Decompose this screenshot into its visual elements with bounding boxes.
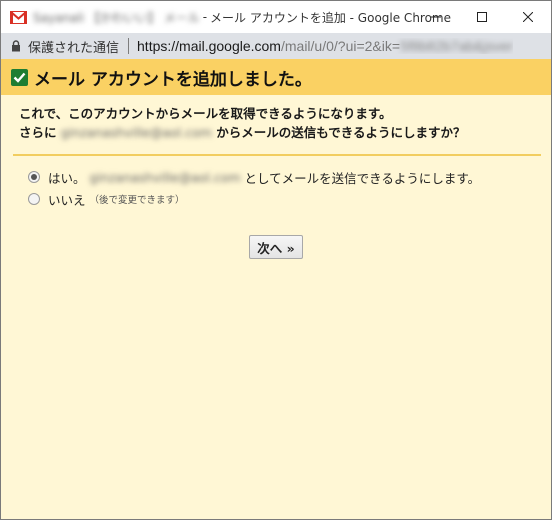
window-controls: [413, 1, 551, 34]
page-content: メール アカウントを追加しました。 これで、このアカウントからメールを取得できる…: [0, 59, 552, 520]
security-label[interactable]: 保護された通信: [28, 37, 119, 56]
maximize-button[interactable]: [459, 1, 505, 33]
window-title-bar: Sayanali 【かわいい】 メール - メール アカウントを追加 - Goo…: [0, 0, 552, 33]
intro-email: ginzanashville@aol.com: [60, 125, 212, 140]
radio-yes[interactable]: [28, 171, 40, 183]
lock-icon[interactable]: [11, 40, 21, 53]
checkmark-icon: [11, 68, 28, 86]
gmail-icon: [10, 10, 27, 24]
intro-line-2: さらに ginzanashville@aol.com からメールの送信もできるよ…: [19, 123, 539, 142]
window-title: Sayanali 【かわいい】 メール - メール アカウントを追加 - Goo…: [33, 9, 451, 26]
option-no[interactable]: いいえ （後で変更できます）: [28, 188, 539, 210]
intro-line-2-suffix: からメールの送信もできるようにしますか？: [216, 125, 466, 140]
send-as-options: はい。 ginzanashville@aol.com としてメールを送信できるよ…: [28, 166, 539, 210]
minimize-button[interactable]: [413, 1, 459, 33]
next-button[interactable]: 次へ »: [249, 235, 303, 259]
option-yes-suffix: としてメールを送信できるようにします。: [244, 170, 481, 186]
option-yes[interactable]: はい。 ginzanashville@aol.com としてメールを送信できるよ…: [28, 166, 539, 188]
header-band: メール アカウントを追加しました。: [1, 59, 551, 95]
close-icon: [523, 12, 533, 22]
maximize-icon: [477, 12, 487, 22]
option-no-note: （後で変更できます）: [89, 195, 185, 206]
address-bar[interactable]: 保護された通信 https://mail.google.com/mail/u/0…: [0, 33, 552, 59]
section-divider: [13, 154, 541, 156]
url-blurred: 5f8b82b7ab&jsver: [400, 38, 513, 54]
next-button-wrap: 次へ »: [249, 235, 303, 259]
page-title: メール アカウントを追加しました。: [34, 69, 312, 90]
radio-no[interactable]: [28, 193, 40, 205]
url-text[interactable]: https://mail.google.com/mail/u/0/?ui=2&i…: [137, 38, 513, 54]
address-divider: [128, 38, 130, 54]
window-title-separator: -: [202, 10, 208, 24]
option-yes-email: ginzanashville@aol.com: [89, 169, 241, 185]
intro-line-2-prefix: さらに: [19, 125, 57, 140]
intro-text: これで、このアカウントからメールを取得できるようになります。 さらに ginza…: [19, 104, 539, 142]
window-title-account: Sayanali 【かわいい】 メール: [33, 10, 200, 25]
intro-line-1: これで、このアカウントからメールを取得できるようになります。: [19, 106, 392, 121]
minimize-icon: [431, 16, 441, 18]
url-path: /mail/u/0/?ui=2&ik=: [280, 38, 401, 54]
close-button[interactable]: [505, 1, 551, 33]
option-yes-prefix: はい。: [48, 170, 86, 186]
option-no-label: いいえ: [48, 192, 86, 208]
content-area: これで、このアカウントからメールを取得できるようになります。 さらに ginza…: [1, 104, 551, 210]
url-host: https://mail.google.com: [137, 38, 281, 54]
radio-selected-dot: [31, 174, 37, 180]
